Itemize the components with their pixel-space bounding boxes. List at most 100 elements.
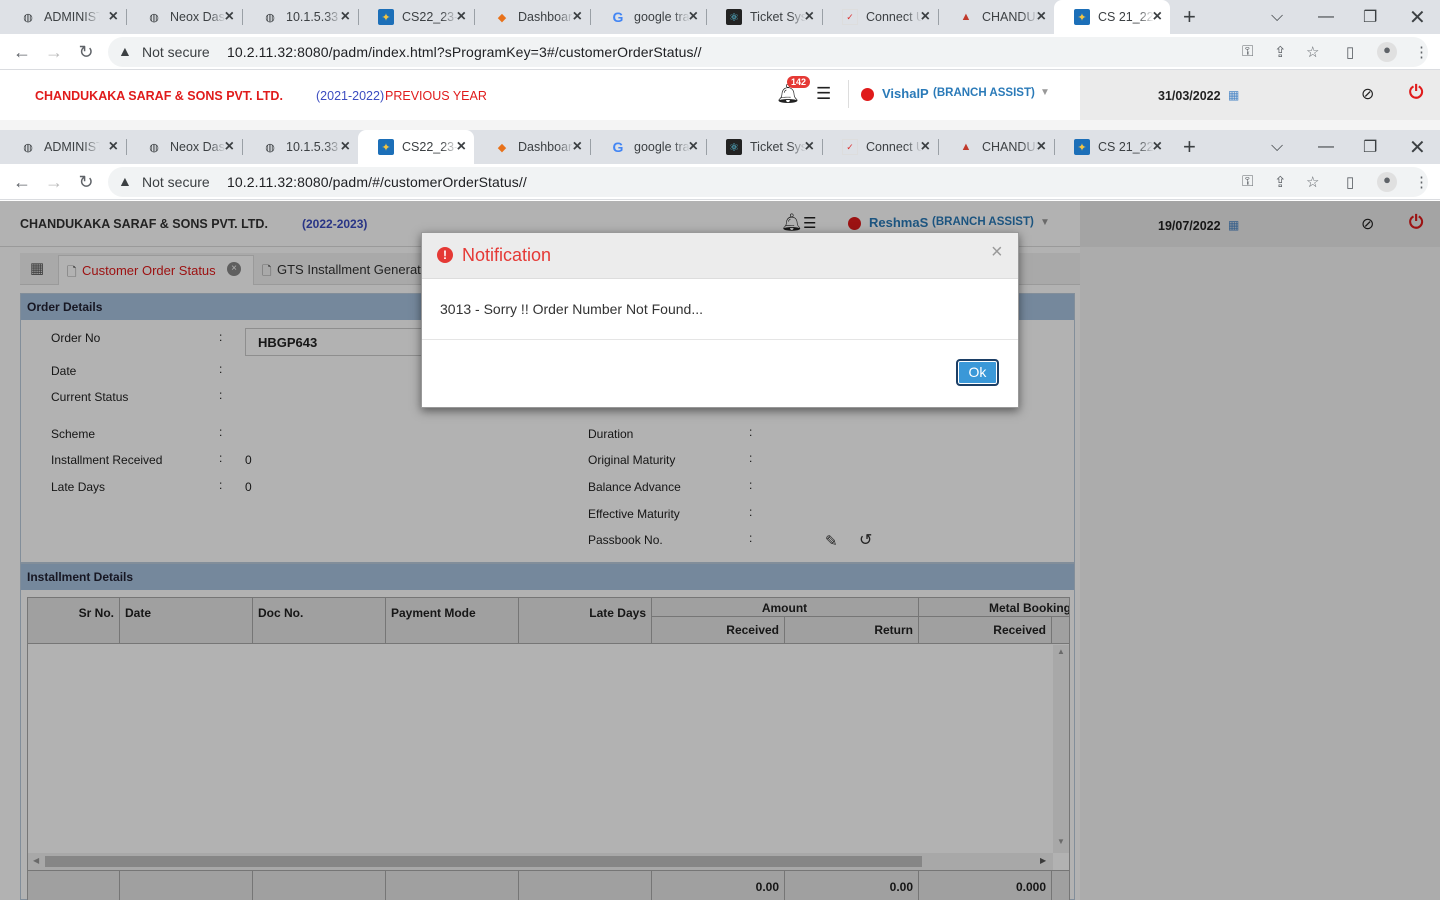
arrow-right-icon: → [45, 41, 63, 62]
reload-button[interactable]: ↻ [74, 170, 98, 194]
tab-search-button[interactable]: ⌵ [1271, 0, 1283, 34]
new-tab-button[interactable]: + [1183, 130, 1196, 164]
minimize-button[interactable]: — [1318, 0, 1334, 34]
url-text[interactable]: 10.2.11.32:8080/padm/index.html?sProgram… [227, 44, 702, 60]
power-icon[interactable]: ⏻ [1409, 82, 1423, 103]
close-icon[interactable]: × [457, 138, 466, 156]
browser1-tab-5[interactable]: ◆ Dashboard × [474, 0, 590, 34]
list-icon[interactable]: ☰ [816, 84, 831, 104]
browser2-tab-9[interactable]: ▲ CHANDUKAKA × [938, 130, 1054, 164]
react-icon: ⚛ [726, 9, 742, 25]
not-secure-label[interactable]: Not secure [142, 44, 210, 60]
browser2-tab-3[interactable]: ◍ 10.1.5.33 × [242, 130, 358, 164]
star-icon[interactable]: ☆ [1306, 173, 1319, 191]
forward-button[interactable]: → [42, 170, 66, 194]
new-tab-button[interactable]: + [1183, 0, 1196, 34]
url-text[interactable]: 10.2.11.32:8080/padm/#/customerOrderStat… [227, 174, 527, 190]
user-role[interactable]: (BRANCH ASSIST) [933, 87, 1035, 99]
browser1-tab-9[interactable]: ▲ CHANDUKAKA × [938, 0, 1054, 34]
browser1-tab-4[interactable]: ✦ CS22_23- × [358, 0, 474, 34]
profile-icon[interactable]: ● [1377, 172, 1397, 192]
browser1-tab-6[interactable]: G google translate × [590, 0, 706, 34]
calendar-icon[interactable]: ▦ [1228, 88, 1239, 102]
close-icon[interactable]: × [689, 138, 698, 156]
close-icon[interactable]: × [1037, 138, 1046, 156]
profile-icon[interactable]: ● [1377, 42, 1397, 62]
browser2-tab-6[interactable]: G google translate × [590, 130, 706, 164]
dialog-divider [422, 339, 1018, 340]
close-icon[interactable]: × [921, 138, 930, 156]
close-window-button[interactable]: ✕ [1409, 130, 1426, 164]
globe-icon: ◍ [149, 11, 159, 24]
close-icon[interactable]: × [1153, 138, 1162, 156]
close-icon[interactable]: × [689, 8, 698, 26]
close-icon[interactable]: × [225, 8, 234, 26]
browser2-tab-4[interactable]: ✦ CS22_23- × [358, 130, 474, 164]
close-icon[interactable]: × [573, 8, 582, 26]
not-secure-label[interactable]: Not secure [142, 174, 210, 190]
back-button[interactable]: ← [10, 40, 34, 64]
reload-icon: ↻ [78, 171, 94, 192]
reload-icon: ↻ [78, 41, 94, 62]
browser2-tab-1[interactable]: ◍ ADMINISTRATION × [0, 130, 126, 164]
browser1-tab-7[interactable]: ⚛ Ticket System × [706, 0, 822, 34]
browser1-tab-1[interactable]: ◍ ADMINISTRATION × [0, 0, 126, 34]
close-icon[interactable]: × [109, 8, 118, 26]
restore-button[interactable]: ❐ [1363, 130, 1377, 164]
close-icon[interactable]: × [805, 8, 814, 26]
close-icon[interactable]: × [341, 8, 350, 26]
warning-icon: ▲ [118, 173, 132, 189]
minimize-icon: — [1318, 8, 1334, 25]
key-icon[interactable]: ⚿ [1242, 173, 1253, 190]
browser2-tab-strip: ◍ ADMINISTRATION × ◍ Neox Dashboard × ◍ … [0, 130, 1440, 164]
key-icon[interactable]: ⚿ [1242, 43, 1253, 60]
arrow-left-icon: ← [13, 41, 31, 62]
browser2-tab-10[interactable]: ✦ CS 21_22- × [1054, 130, 1170, 164]
close-icon[interactable]: × [109, 138, 118, 156]
forward-button[interactable]: → [42, 40, 66, 64]
star-icon[interactable]: ☆ [1306, 43, 1319, 61]
side-panel-icon[interactable]: ▯ [1346, 43, 1354, 61]
browser1-tab-2[interactable]: ◍ Neox Dashboard × [126, 0, 242, 34]
ok-label: Ok [968, 364, 987, 380]
close-icon[interactable]: × [573, 138, 582, 156]
more-menu-icon[interactable]: ⋮ [1414, 173, 1429, 191]
share-icon[interactable]: ⇪ [1274, 43, 1287, 61]
browser1-tab-8[interactable]: ✓ Connect User × [822, 0, 938, 34]
close-window-button[interactable]: ✕ [1409, 0, 1426, 34]
caret-down-icon[interactable]: ▼ [1040, 87, 1050, 98]
user-name[interactable]: VishalP [882, 86, 929, 101]
financial-year[interactable]: (2021-2022) [316, 89, 384, 103]
close-icon[interactable]: × [805, 138, 814, 156]
browser1-tab-10[interactable]: ✦ CS 21_22- × [1054, 0, 1170, 34]
browser2-tab-7[interactable]: ⚛ Ticket System × [706, 130, 822, 164]
more-menu-icon[interactable]: ⋮ [1414, 43, 1429, 61]
back-button[interactable]: ← [10, 170, 34, 194]
app-logo-icon: ✦ [1074, 9, 1090, 25]
ok-button[interactable]: Ok [956, 359, 999, 386]
browser2-tab-2[interactable]: ◍ Neox Dashboard × [126, 130, 242, 164]
reload-button[interactable]: ↻ [74, 40, 98, 64]
arrow-left-icon: ← [13, 171, 31, 192]
globe-icon: ◍ [23, 11, 33, 24]
browser2-tab-8[interactable]: ✓ Connect User × [822, 130, 938, 164]
brand-logo-icon: ✓ [842, 139, 858, 155]
close-icon[interactable]: × [1037, 8, 1046, 26]
eye-slash-icon[interactable]: ⊘ [1361, 84, 1374, 104]
close-icon: ✕ [1409, 136, 1426, 159]
globe-icon: ◍ [265, 141, 275, 154]
close-icon[interactable]: × [1153, 8, 1162, 26]
tab-search-button[interactable]: ⌵ [1271, 130, 1283, 164]
browser2-tab-5[interactable]: ◆ Dashboard × [474, 130, 590, 164]
close-icon[interactable]: × [921, 8, 930, 26]
arrow-right-icon: → [45, 171, 63, 192]
browser1-tab-3[interactable]: ◍ 10.1.5.33 × [242, 0, 358, 34]
side-panel-icon[interactable]: ▯ [1346, 173, 1354, 191]
close-icon[interactable]: × [341, 138, 350, 156]
share-icon[interactable]: ⇪ [1274, 173, 1287, 191]
close-icon[interactable]: × [225, 138, 234, 156]
restore-button[interactable]: ❐ [1363, 0, 1377, 34]
minimize-button[interactable]: — [1318, 130, 1334, 164]
close-icon[interactable]: × [457, 8, 466, 26]
dialog-close-button[interactable]: × [991, 241, 1003, 264]
